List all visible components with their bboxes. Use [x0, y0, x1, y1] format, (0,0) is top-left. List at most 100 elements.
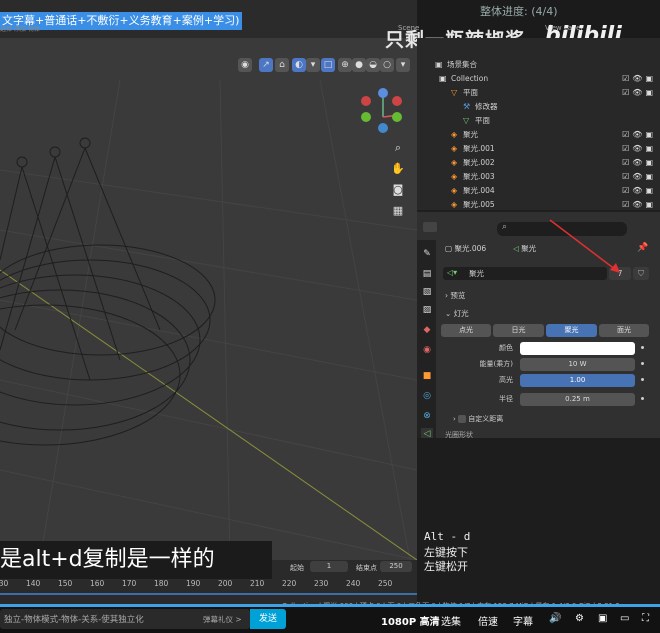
- outliner-scene-collection[interactable]: ▣ 场景集合: [417, 58, 660, 72]
- mesh-data-icon: ▽: [463, 116, 470, 125]
- outliner-row[interactable]: ◈ 聚光.002 ☑👁▣: [417, 156, 660, 170]
- light-type-spot[interactable]: 聚光: [546, 324, 597, 337]
- render-tab-icon[interactable]: ▤: [421, 268, 433, 280]
- color-swatch[interactable]: [520, 342, 635, 355]
- specular-field[interactable]: 1.00: [520, 374, 635, 387]
- widescreen-icon[interactable]: ▭: [620, 613, 629, 624]
- scene-tab-icon[interactable]: ◆: [421, 324, 433, 336]
- danmaku-placeholder: 独立-物体模式-物体-关系-使其独立化: [4, 615, 144, 625]
- start-frame-label: 起始: [290, 564, 304, 572]
- select-icon[interactable]: ↗: [259, 58, 273, 72]
- subtitle-button[interactable]: 字幕: [513, 613, 533, 628]
- view-layer-tab-icon[interactable]: ▨: [421, 304, 433, 316]
- light-type-area[interactable]: 面光: [599, 324, 649, 337]
- speed-button[interactable]: 倍速: [478, 613, 498, 628]
- visibility-toggles-icon[interactable]: ☑👁▣: [622, 86, 656, 100]
- spotlight-icon: ◈: [451, 186, 458, 195]
- send-button[interactable]: 发送: [250, 609, 286, 629]
- keyframe-dot[interactable]: [641, 346, 644, 349]
- quality-button[interactable]: 1080P 高清: [381, 613, 440, 628]
- properties-tabs[interactable]: ✎ ▤ ▧ ▨ ◆ ◉ ■ ◎ ⊗ ◁: [417, 240, 436, 440]
- visibility-toggles-icon[interactable]: ☑👁▣: [622, 128, 656, 142]
- outliner-row-label: 聚光.002: [463, 158, 495, 167]
- pivot-icon[interactable]: ⌂: [275, 58, 289, 72]
- outliner-row[interactable]: ◈ 聚光 ☑👁▣: [417, 128, 660, 142]
- keyframe-dot[interactable]: [641, 362, 644, 365]
- outliner-row-label: Collection: [451, 74, 489, 83]
- hand-icon[interactable]: ✋: [390, 161, 406, 177]
- keyframe-dot[interactable]: [641, 397, 644, 400]
- episode-button[interactable]: 选集: [441, 613, 461, 628]
- visibility-toggles-icon[interactable]: ☑👁▣: [622, 184, 656, 198]
- constraints-tab-icon[interactable]: ⊗: [421, 410, 433, 422]
- timeline-tick-label: 240: [346, 579, 361, 588]
- volume-icon[interactable]: 🔊: [549, 613, 561, 624]
- light-type-selector[interactable]: 点光 日光 聚光 面光: [441, 324, 651, 338]
- xray-icon[interactable]: □: [321, 58, 335, 72]
- visibility-toggles-icon[interactable]: ☑👁▣: [622, 156, 656, 170]
- keyframe-dot[interactable]: [641, 378, 644, 381]
- outliner-row[interactable]: ◈ 聚光.004 ☑👁▣: [417, 184, 660, 198]
- outliner-panel[interactable]: ▣ 场景集合 ▣ Collection ☑👁▣ ▽ 平面 ☑👁▣ ⚒ 修改器 ▽ 平面 ◈ 聚光 ☑👁▣…: [417, 38, 660, 226]
- pip-icon[interactable]: ▣: [598, 613, 607, 624]
- video-player-bar[interactable]: 独立-物体模式-物体-关系-使其独立化 弹幕礼仪 > 发送 1080P 高清 选…: [0, 604, 660, 633]
- radius-field[interactable]: 0.25 m: [520, 393, 635, 406]
- visibility-toggles-icon[interactable]: ☑👁▣: [622, 72, 656, 86]
- settings-icon[interactable]: ⚙: [575, 613, 584, 624]
- timeline-tick-label: 130: [0, 579, 9, 588]
- light-type-sun[interactable]: 日光: [493, 324, 544, 337]
- light-data-name: ◁ 聚光: [513, 243, 536, 254]
- pin-icon[interactable]: 📌: [637, 243, 648, 253]
- zoom-icon[interactable]: ⌕: [390, 140, 406, 156]
- light-section[interactable]: ⌄ 灯光: [445, 308, 469, 319]
- view-icon[interactable]: ◉: [238, 58, 252, 72]
- chevron-right-icon: ›: [445, 291, 448, 300]
- shading-dropdown-icon[interactable]: ▾: [396, 58, 410, 72]
- power-field[interactable]: 10 W: [520, 358, 635, 371]
- outliner-row[interactable]: ▽ 平面: [417, 114, 660, 128]
- preview-section[interactable]: › 预览: [445, 290, 465, 301]
- timeline-tick-label: 150: [58, 579, 73, 588]
- light-data-label: 聚光: [521, 244, 537, 253]
- tool-tab-icon[interactable]: ✎: [421, 248, 433, 260]
- viewport-menu[interactable]: 选择 添加 物体: [0, 24, 140, 34]
- wireframe-icon[interactable]: ⊕: [338, 58, 352, 72]
- custom-distance-checkbox[interactable]: [458, 415, 467, 423]
- editor-type-icon[interactable]: [423, 222, 437, 232]
- object-tab-icon[interactable]: ■: [421, 370, 433, 382]
- physics-tab-icon[interactable]: ◎: [421, 390, 433, 402]
- light-type-point[interactable]: 点光: [441, 324, 491, 337]
- 3d-viewport[interactable]: ⌕ ✋ ◙ ▦ ◉ ↗ ⌂ ◐ ▾ □ ⊕ ● ◒ ○ ▾: [0, 0, 417, 560]
- outliner-row[interactable]: ▽ 平面 ☑👁▣: [417, 86, 660, 100]
- progress-track[interactable]: [0, 604, 660, 607]
- outliner-row[interactable]: ⚒ 修改器: [417, 100, 660, 114]
- camera-icon[interactable]: ◙: [390, 182, 406, 198]
- danmaku-etiquette[interactable]: 弹幕礼仪 >: [203, 614, 242, 625]
- material-icon[interactable]: ◒: [366, 58, 380, 72]
- overlay-icon[interactable]: ◐: [292, 58, 306, 72]
- timeline-ruler[interactable]: 130 140 150 160 170 180 190 200 210 220 230 240 250: [0, 579, 417, 591]
- overlay-dropdown-icon[interactable]: ▾: [306, 58, 320, 72]
- collection-icon: ▣: [439, 74, 447, 83]
- outliner-row[interactable]: ◈ 聚光.003 ☑👁▣: [417, 170, 660, 184]
- visibility-toggles-icon[interactable]: ☑👁▣: [622, 142, 656, 156]
- keystroke-panel: [417, 438, 660, 604]
- outliner-row[interactable]: ◈ 聚光.001 ☑👁▣: [417, 142, 660, 156]
- key-hint-alt-d: Alt - d: [424, 530, 471, 543]
- start-frame-field[interactable]: 1: [310, 561, 348, 572]
- mesh-icon: ▽: [451, 88, 458, 97]
- fake-user-shield-icon[interactable]: ⛉: [633, 267, 649, 280]
- preview-section-label: 预览: [450, 291, 466, 300]
- world-tab-icon[interactable]: ◉: [421, 344, 433, 356]
- fullscreen-icon[interactable]: ⛶: [642, 613, 649, 624]
- outliner-title: 场景集合: [447, 60, 477, 69]
- output-tab-icon[interactable]: ▧: [421, 286, 433, 298]
- grid-icon[interactable]: ▦: [390, 203, 406, 219]
- custom-distance-row[interactable]: › 自定义距离: [453, 414, 503, 424]
- end-frame-field[interactable]: 250: [380, 561, 412, 572]
- visibility-toggles-icon[interactable]: ☑👁▣: [622, 170, 656, 184]
- outliner-row[interactable]: ▣ Collection ☑👁▣: [417, 72, 660, 86]
- rendered-icon[interactable]: ○: [380, 58, 394, 72]
- solid-icon[interactable]: ●: [352, 58, 366, 72]
- video-subtitle: 是alt+d复制是一样的: [0, 541, 272, 579]
